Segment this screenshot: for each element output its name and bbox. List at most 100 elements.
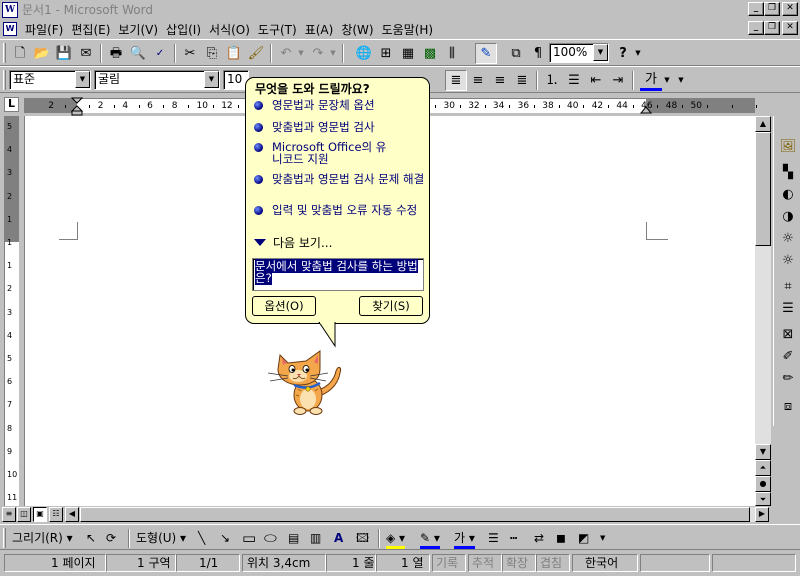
open-folder-icon[interactable]: 📂 — [31, 43, 53, 64]
balloon-option[interactable]: 맞춤법과 영문법 검사 문제 해결 — [254, 173, 430, 185]
less-brightness-icon[interactable]: ☼ — [777, 250, 799, 271]
font-dropdown-icon[interactable]: ▼ — [204, 71, 219, 88]
previous-page-icon[interactable]: ⏶ — [755, 460, 771, 476]
save-icon[interactable]: 💾 — [53, 43, 75, 64]
line-color-icon[interactable]: ✎ ▾ — [420, 528, 440, 549]
menu-window[interactable]: 창(W) — [337, 21, 377, 38]
align-right-icon[interactable]: ≡ — [489, 70, 511, 91]
image-control-icon[interactable]: ▚ — [777, 162, 799, 183]
decrease-indent-icon[interactable]: ⇤ — [585, 70, 607, 91]
fill-color-icon[interactable]: ◈ ▾ — [386, 528, 406, 549]
menu-file[interactable]: 파일(F) — [21, 21, 67, 38]
doc-restore-icon[interactable]: ❐ — [764, 21, 780, 35]
close-icon[interactable]: ✕ — [782, 2, 798, 16]
menu-edit[interactable]: 편집(E) — [67, 21, 114, 38]
drawing-icon[interactable]: ✎ — [475, 43, 497, 64]
shadow-icon[interactable]: ◼ — [556, 528, 566, 549]
web-layout-icon[interactable]: ◫ — [17, 507, 31, 522]
autoshapes-menu-button[interactable]: 도형(U) ▾ — [136, 528, 186, 549]
next-page-icon[interactable]: ⏷ — [755, 492, 771, 506]
insert-excel-icon[interactable]: ▩ — [419, 43, 441, 64]
menu-tools[interactable]: 도구(T) — [254, 21, 301, 38]
increase-indent-icon[interactable]: ⇥ — [607, 70, 629, 91]
more-brightness-icon[interactable]: ☼ — [777, 228, 799, 249]
see-more-link[interactable]: 다음 보기... — [254, 234, 332, 251]
assistant-query-input[interactable]: 문서에서 맞춤법 검사를 하는 방법은? — [252, 258, 424, 291]
horizontal-scroll-thumb[interactable] — [80, 507, 750, 522]
align-center-icon[interactable]: ≡ — [467, 70, 489, 91]
minimize-icon[interactable]: _ — [748, 2, 764, 16]
reset-picture-icon[interactable]: ⧈ — [777, 396, 799, 417]
insert-picture-icon[interactable]: 🖼 — [777, 136, 799, 157]
redo-icon[interactable]: ↷ — [307, 43, 329, 64]
text-wrapping-icon[interactable]: ⊠ — [777, 324, 799, 345]
menu-table[interactable]: 표(A) — [301, 21, 338, 38]
font-combo[interactable]: 굴림 ▼ — [94, 70, 220, 90]
line-style-icon[interactable]: ☰ — [777, 298, 799, 319]
text-box-icon[interactable]: ▤ — [288, 528, 299, 549]
email-icon[interactable]: ✉ — [75, 43, 97, 64]
restore-icon[interactable]: ❐ — [764, 2, 780, 16]
copy-icon[interactable]: ⎘ — [201, 43, 223, 64]
undo-dropdown-icon[interactable]: ▼ — [296, 43, 306, 64]
print-layout-icon[interactable]: ▣ — [33, 507, 47, 522]
status-track[interactable]: 추적 — [468, 554, 502, 572]
arrow-style-icon[interactable]: ⇄ — [534, 528, 544, 549]
font-color-dropdown-icon[interactable]: ▼ — [662, 70, 672, 91]
line-tool-icon[interactable]: ╲ — [198, 528, 205, 549]
zoom-dropdown-icon[interactable]: ▼ — [593, 44, 608, 61]
balloon-option[interactable]: 맞춤법과 영문법 검사 — [254, 121, 429, 133]
status-line[interactable]: 1 줄 — [326, 554, 376, 572]
print-preview-icon[interactable]: 🔍 — [127, 43, 149, 64]
right-indent-marker-icon[interactable] — [640, 106, 652, 115]
search-button[interactable]: 찾기(S) — [359, 296, 423, 316]
distribute-icon[interactable]: ≣ — [511, 70, 533, 91]
draw-menu-button[interactable]: 그리기(R) ▾ — [12, 528, 73, 549]
format-toolbar-options-icon[interactable]: ▼ — [676, 70, 686, 91]
status-position[interactable]: 위치 3,4cm — [242, 554, 326, 572]
oval-tool-icon[interactable]: ⬭ — [264, 528, 277, 549]
font-color-icon[interactable]: 가 — [640, 70, 662, 91]
undo-icon[interactable]: ↶ — [275, 43, 297, 64]
status-page-count[interactable]: 1/1 — [176, 554, 240, 572]
3d-icon[interactable]: ◩ — [578, 528, 589, 549]
numbering-icon[interactable]: ⒈ — [541, 70, 563, 91]
document-map-icon[interactable]: ⧉ — [505, 43, 527, 64]
tables-borders-icon[interactable]: ⊞ — [375, 43, 397, 64]
free-rotate-icon[interactable]: ⟳ — [106, 528, 116, 549]
scroll-up-icon[interactable]: ▲ — [755, 116, 771, 132]
select-objects-icon[interactable]: ↖ — [86, 528, 96, 549]
arrow-tool-icon[interactable]: ↘ — [220, 528, 230, 549]
document-icon[interactable]: W — [3, 22, 17, 36]
status-spelling[interactable] — [640, 554, 710, 572]
menu-view[interactable]: 보기(V) — [114, 21, 162, 38]
cut-icon[interactable]: ✂ — [179, 43, 201, 64]
show-hide-icon[interactable]: ¶ — [527, 43, 549, 64]
horizontal-scroll-track[interactable] — [80, 507, 755, 522]
new-document-icon[interactable]: 🗋 — [9, 43, 31, 64]
format-painter-icon[interactable]: 🖌 — [245, 43, 267, 64]
balloon-option[interactable]: Microsoft Office의 유니코드 지원 — [254, 141, 394, 165]
menu-format[interactable]: 서식(O) — [205, 21, 254, 38]
style-dropdown-icon[interactable]: ▼ — [75, 71, 90, 88]
status-language[interactable]: 한국어 — [572, 554, 638, 572]
print-icon[interactable]: 🖶 — [105, 43, 127, 64]
outline-view-icon[interactable]: ☷ — [49, 507, 63, 522]
rectangle-tool-icon[interactable]: ▭ — [242, 528, 256, 549]
normal-view-icon[interactable]: ≡ — [2, 507, 16, 522]
toolbar-grip[interactable] — [3, 70, 6, 90]
indent-marker-icon[interactable] — [71, 97, 83, 117]
status-section[interactable]: 1 구역 — [106, 554, 176, 572]
crop-icon[interactable]: ⌗ — [777, 276, 799, 297]
status-page[interactable]: 1 페이지 — [4, 554, 106, 572]
spelling-icon[interactable]: ✓ — [149, 43, 171, 64]
options-button[interactable]: 옵션(O) — [252, 296, 316, 316]
word-app-icon[interactable]: W — [2, 1, 18, 18]
redo-dropdown-icon[interactable]: ▼ — [328, 43, 338, 64]
drawing-font-color-icon[interactable]: 가 ▾ — [454, 528, 475, 549]
status-overtype[interactable]: 겹침 — [536, 554, 570, 572]
vertical-ruler[interactable]: 5 4 3 2 1 1 1 2 3 4 5 6 7 8 9 10 11 — [4, 116, 19, 506]
set-transparent-icon[interactable]: ✏ — [777, 368, 799, 389]
balloon-option[interactable]: 입력 및 맞춤법 오류 자동 수정 — [254, 204, 430, 216]
style-combo[interactable]: 표준 ▼ — [9, 70, 91, 90]
